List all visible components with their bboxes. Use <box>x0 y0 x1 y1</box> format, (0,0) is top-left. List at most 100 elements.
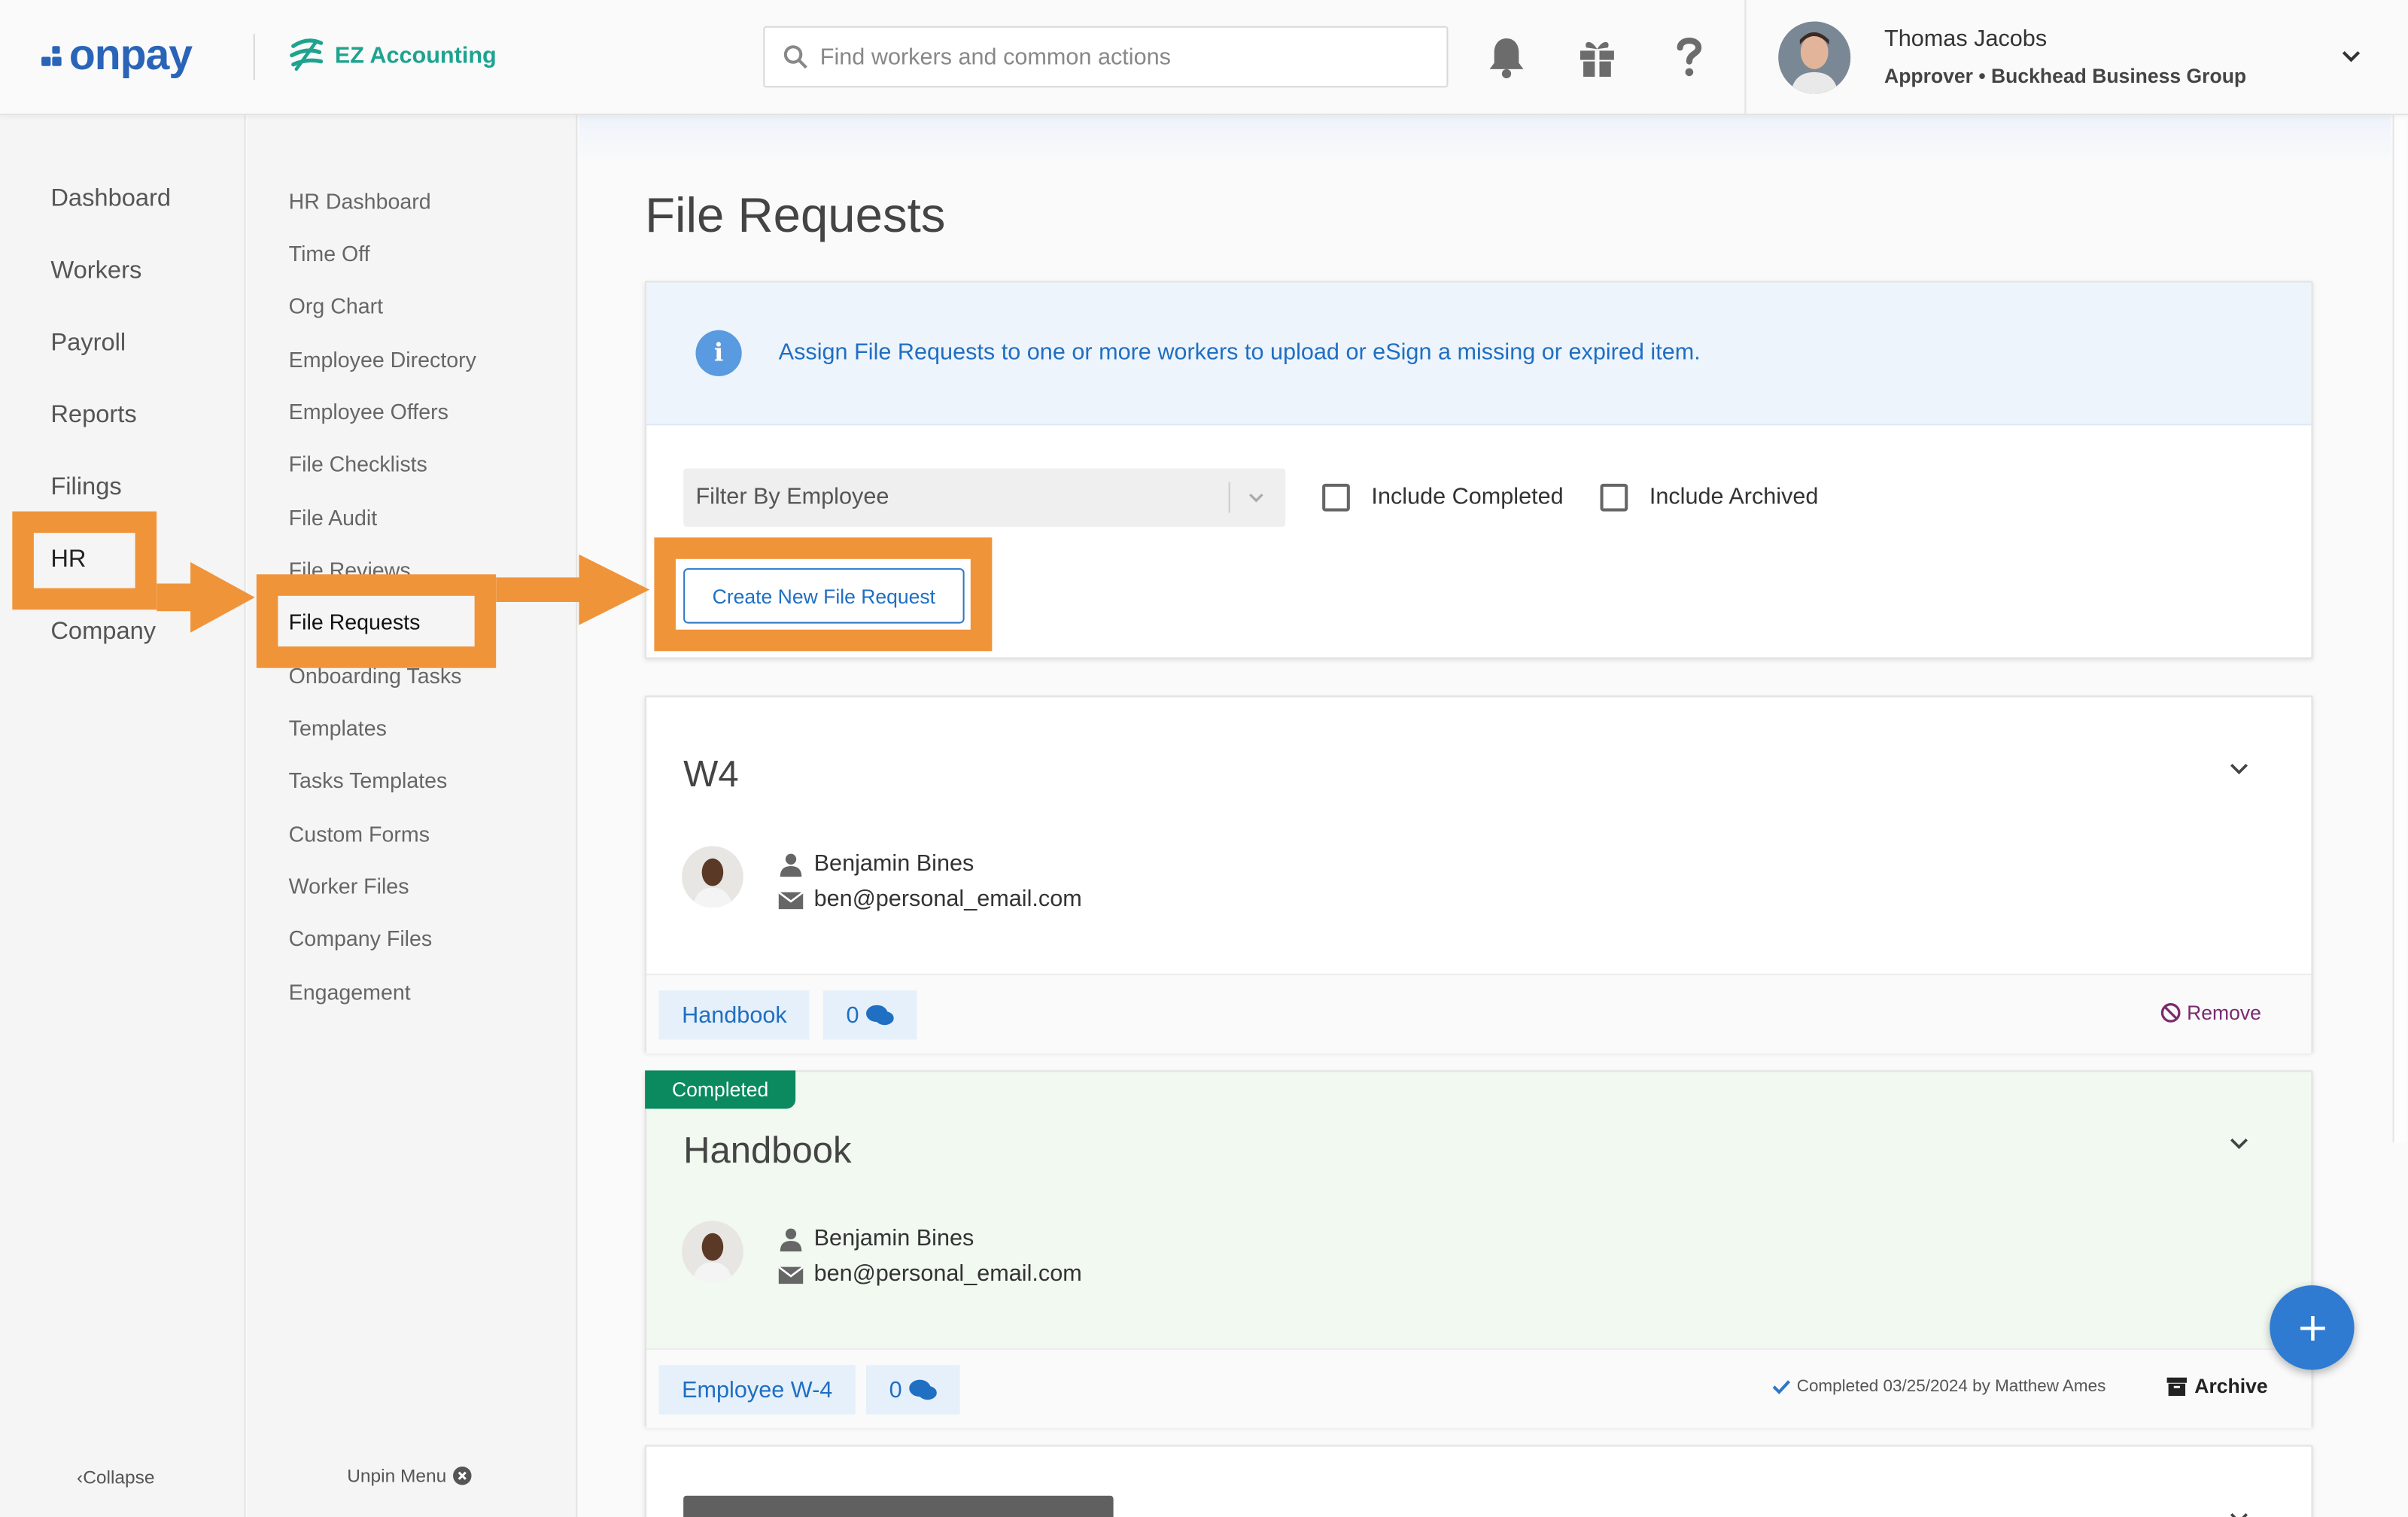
subnav-item-org-chart[interactable]: Org Chart <box>289 293 383 318</box>
document-tag[interactable]: Handbook <box>658 990 810 1040</box>
onpay-logo[interactable]: onpay <box>41 28 193 83</box>
arrow-right-icon <box>496 554 650 625</box>
chevron-down-icon[interactable] <box>2228 1133 2250 1155</box>
request-title-clipped <box>683 1495 1114 1517</box>
chevron-down-icon[interactable] <box>2340 46 2362 68</box>
secondary-nav: HR Dashboard Time Off Org Chart Employee… <box>247 115 578 1517</box>
subnav-item-engagement[interactable]: Engagement <box>289 980 411 1005</box>
ban-icon <box>2160 1003 2181 1023</box>
select-divider <box>1228 482 1230 513</box>
user-icon <box>780 853 802 877</box>
gift-icon[interactable] <box>1576 34 1619 80</box>
subnav-item-templates[interactable]: Templates <box>289 716 387 740</box>
include-completed-label[interactable]: Include Completed <box>1371 484 1563 510</box>
comments-count: 0 <box>846 1002 859 1029</box>
user-role: Approver • Buckhead Business Group <box>1884 64 2247 88</box>
scrollbar[interactable] <box>2392 115 2406 1143</box>
remove-label: Remove <box>2187 1001 2261 1025</box>
request-title: W4 <box>683 754 739 796</box>
add-fab-button[interactable] <box>2270 1285 2355 1370</box>
highlight-create-button <box>654 537 993 652</box>
unpin-menu-button[interactable]: Unpin Menu <box>347 1464 471 1487</box>
search-input[interactable]: Find workers and common actions <box>763 26 1449 88</box>
subnav-item-employee-offers[interactable]: Employee Offers <box>289 400 448 424</box>
person-name: Benjamin Bines <box>813 1225 974 1252</box>
request-card-footer: Employee W-4 0 Completed 03/25/2024 by M… <box>646 1348 2312 1428</box>
completed-badge: Completed <box>645 1070 796 1109</box>
remove-button[interactable]: Remove <box>2160 1001 2261 1025</box>
info-icon: i <box>695 330 742 376</box>
subnav-item-employee-directory[interactable]: Employee Directory <box>289 347 476 372</box>
comments-icon <box>909 1379 938 1400</box>
comments-icon <box>866 1004 895 1025</box>
completed-note-text: Completed 03/25/2024 by Matthew Ames <box>1796 1377 2106 1397</box>
unpin-menu-label: Unpin Menu <box>347 1464 447 1487</box>
nav-item-reports[interactable]: Reports <box>50 403 136 430</box>
page-title: File Requests <box>645 187 946 243</box>
nav-item-filings[interactable]: Filings <box>50 475 121 503</box>
check-icon <box>1772 1380 1791 1394</box>
include-completed-checkbox[interactable] <box>1322 483 1350 512</box>
nav-item-workers[interactable]: Workers <box>50 258 141 286</box>
person-avatar <box>682 1221 743 1283</box>
chevron-down-icon[interactable] <box>2228 758 2250 780</box>
subnav-item-file-audit[interactable]: File Audit <box>289 505 378 530</box>
person-email: ben@personal_email.com <box>813 886 1082 913</box>
user-divider <box>1744 0 1747 116</box>
info-text: Assign File Requests to one or more work… <box>778 339 1701 366</box>
highlight-hr <box>12 511 157 610</box>
onpay-wordmark: onpay <box>68 30 193 79</box>
filter-placeholder: Filter By Employee <box>695 483 889 510</box>
chevron-down-icon[interactable] <box>2228 1508 2250 1517</box>
ez-accounting-label: EZ Accounting <box>334 42 497 68</box>
plus-icon <box>2300 1315 2324 1340</box>
completed-note: Completed 03/25/2024 by Matthew Ames <box>1772 1378 2105 1396</box>
envelope-icon <box>778 891 804 910</box>
subnav-item-tasks-templates[interactable]: Tasks Templates <box>289 768 448 792</box>
archive-button[interactable]: Archive <box>2166 1374 2268 1398</box>
nav-item-company[interactable]: Company <box>50 619 156 646</box>
archive-label: Archive <box>2194 1374 2268 1398</box>
subnav-item-hr-dashboard[interactable]: HR Dashboard <box>289 189 431 214</box>
envelope-icon <box>778 1266 804 1284</box>
user-avatar[interactable] <box>1778 21 1851 94</box>
subnav-item-file-checklists[interactable]: File Checklists <box>289 451 427 476</box>
user-name: Thomas Jacobs <box>1884 26 2048 53</box>
comments-button[interactable]: 0 <box>822 990 918 1040</box>
comments-count: 0 <box>889 1376 902 1403</box>
request-card-handbook: Handbook Benjamin Bines ben@personal_ema… <box>645 1070 2313 1428</box>
logo-divider <box>253 33 255 81</box>
search-placeholder: Find workers and common actions <box>819 44 1171 70</box>
collapse-button[interactable]: ‹Collapse <box>77 1467 154 1488</box>
help-icon[interactable] <box>1668 34 1710 80</box>
subnav-item-company-files[interactable]: Company Files <box>289 926 433 951</box>
nav-item-dashboard[interactable]: Dashboard <box>50 186 171 214</box>
request-card-footer: Handbook 0 Remove <box>646 973 2312 1053</box>
filter-by-employee-select[interactable]: Filter By Employee <box>683 468 1286 527</box>
chevron-down-icon <box>1249 493 1263 503</box>
close-circle-icon <box>452 1466 471 1485</box>
info-banner: i Assign File Requests to one or more wo… <box>646 282 2312 426</box>
person-name: Benjamin Bines <box>813 850 974 877</box>
search-icon <box>783 45 807 69</box>
include-archived-label[interactable]: Include Archived <box>1649 484 1819 510</box>
user-icon <box>780 1228 802 1252</box>
person-avatar <box>682 846 743 908</box>
subnav-item-worker-files[interactable]: Worker Files <box>289 874 409 898</box>
ez-accounting-icon <box>290 38 324 71</box>
request-card-partial <box>645 1445 2313 1517</box>
comments-button[interactable]: 0 <box>866 1365 961 1415</box>
document-tag[interactable]: Employee W-4 <box>658 1365 856 1415</box>
chevron-left-icon: ‹ <box>77 1466 84 1488</box>
main-top-fade <box>579 115 2391 162</box>
archive-icon <box>2166 1376 2188 1396</box>
include-archived-checkbox[interactable] <box>1600 483 1628 512</box>
onpay-dots-icon <box>41 43 66 68</box>
bell-icon[interactable] <box>1485 34 1528 80</box>
collapse-label: Collapse <box>83 1466 155 1488</box>
highlight-file-requests <box>256 574 497 668</box>
subnav-item-custom-forms[interactable]: Custom Forms <box>289 822 430 847</box>
subnav-item-time-off[interactable]: Time Off <box>289 241 370 266</box>
nav-item-payroll[interactable]: Payroll <box>50 330 126 358</box>
person-email: ben@personal_email.com <box>813 1260 1082 1287</box>
